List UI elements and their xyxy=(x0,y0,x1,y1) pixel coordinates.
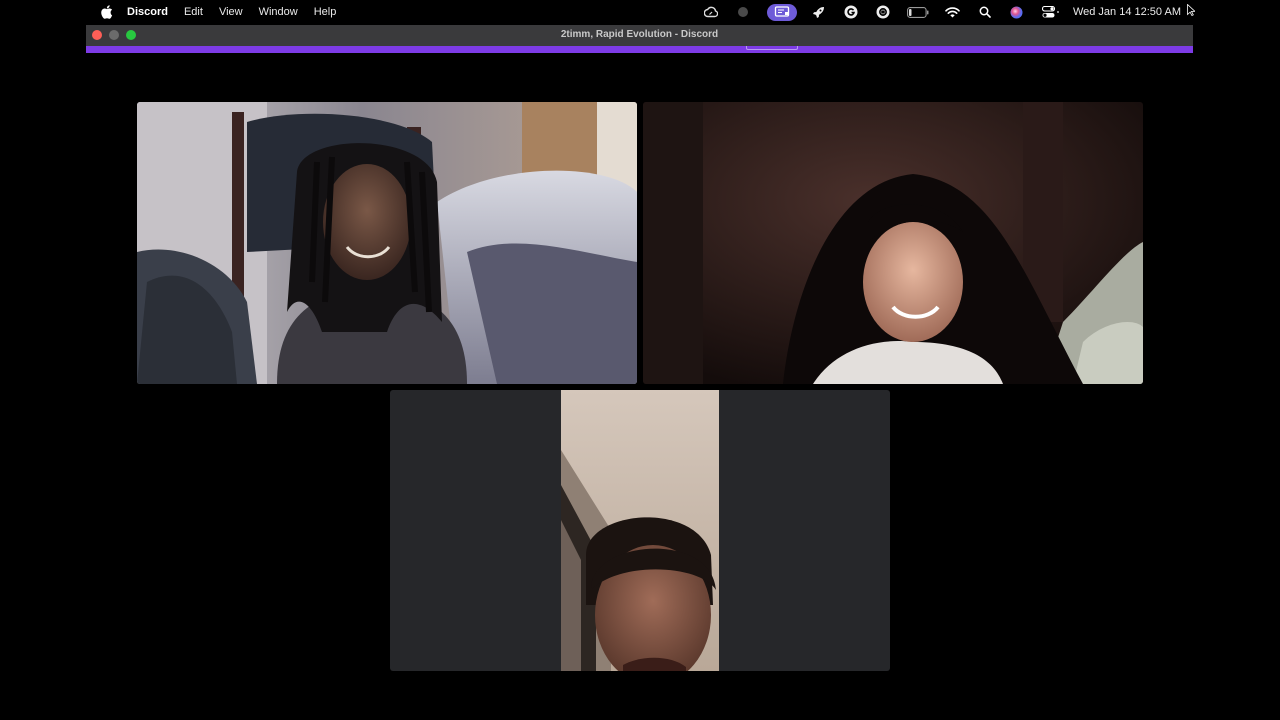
menu-app-name[interactable]: Discord xyxy=(127,6,168,18)
apple-menu-icon[interactable] xyxy=(100,5,114,19)
menu-view[interactable]: View xyxy=(219,6,243,18)
participant-video-2[interactable] xyxy=(643,102,1143,384)
menu-bar-clock[interactable]: Wed Jan 14 12:50 AM xyxy=(1073,6,1181,18)
menu-window[interactable]: Window xyxy=(259,6,298,18)
mouse-cursor-icon xyxy=(1187,4,1195,16)
window-title: 2timm, Rapid Evolution - Discord xyxy=(560,29,719,40)
search-icon[interactable] xyxy=(977,4,993,20)
control-center-icon[interactable] xyxy=(1041,4,1061,20)
menu-edit[interactable]: Edit xyxy=(184,6,203,18)
wifi-icon[interactable] xyxy=(945,4,961,20)
screen-share-accent-bar xyxy=(86,46,1193,53)
battery-icon[interactable] xyxy=(907,4,929,20)
participant-video-1[interactable] xyxy=(137,102,637,384)
window-title-bar[interactable]: 2timm, Rapid Evolution - Discord xyxy=(86,25,1193,46)
menu-help[interactable]: Help xyxy=(314,6,337,18)
participant-video-3[interactable] xyxy=(390,390,890,671)
screen-share-icon[interactable] xyxy=(766,3,797,21)
participant-video-1-feed xyxy=(137,102,637,384)
creative-cloud-icon[interactable] xyxy=(703,4,719,20)
siri-icon[interactable] xyxy=(1009,4,1025,20)
menu-bar: Discord Edit View Window Help Wed Jan 14… xyxy=(0,0,1280,24)
participant-video-3-feed xyxy=(561,390,719,671)
participant-video-2-feed xyxy=(643,102,1143,384)
grammarly-icon[interactable] xyxy=(843,4,859,20)
rocket-icon[interactable] xyxy=(811,4,827,20)
screen-share-handle[interactable] xyxy=(746,46,798,50)
record-dot-icon[interactable] xyxy=(735,4,751,20)
openai-icon[interactable] xyxy=(875,4,891,20)
